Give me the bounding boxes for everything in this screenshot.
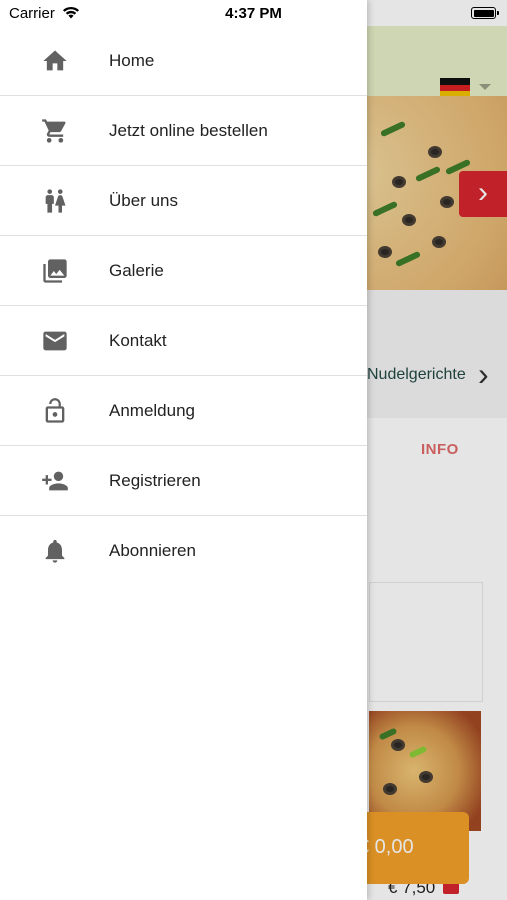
menu-item-label: Kontakt	[109, 331, 167, 350]
lock-icon	[41, 397, 69, 425]
menu-item-about-us[interactable]: Über uns	[0, 166, 367, 236]
drawer-menu: Home Jetzt online bestellen Über uns Gal…	[0, 26, 367, 585]
menu-item-home[interactable]: Home	[0, 26, 367, 96]
mail-icon	[41, 327, 69, 355]
battery-icon	[471, 7, 499, 19]
status-bar: Carrier 4:37 PM	[0, 0, 507, 26]
menu-item-label: Jetzt online bestellen	[109, 121, 268, 140]
clock: 4:37 PM	[225, 5, 282, 22]
menu-item-subscribe[interactable]: Abonnieren	[0, 516, 367, 585]
menu-item-label: Anmeldung	[109, 401, 196, 420]
menu-item-login[interactable]: Anmeldung	[0, 376, 367, 446]
menu-item-contact[interactable]: Kontakt	[0, 306, 367, 376]
people-icon	[41, 187, 69, 215]
menu-item-order-online[interactable]: Jetzt online bestellen	[0, 96, 367, 166]
menu-item-register[interactable]: Registrieren	[0, 446, 367, 516]
bell-icon	[41, 537, 69, 565]
menu-item-label: Abonnieren	[109, 541, 196, 560]
menu-item-label: Galerie	[109, 261, 164, 280]
menu-item-label: Registrieren	[109, 471, 201, 490]
cart-icon	[41, 117, 69, 145]
menu-item-label: Home	[109, 51, 155, 70]
add-person-icon	[41, 467, 69, 495]
home-icon	[41, 47, 69, 75]
gallery-icon	[41, 257, 69, 285]
navigation-drawer: Home Jetzt online bestellen Über uns Gal…	[0, 0, 367, 900]
menu-item-gallery[interactable]: Galerie	[0, 236, 367, 306]
menu-item-label: Über uns	[109, 191, 178, 210]
